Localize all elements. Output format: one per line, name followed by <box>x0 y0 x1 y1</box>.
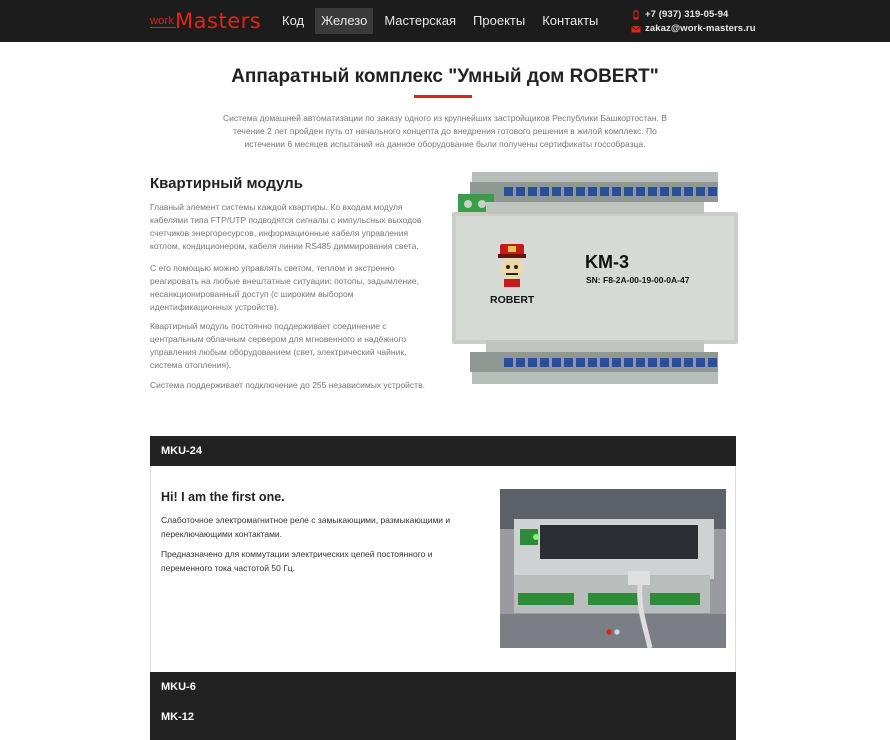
terminal-screw <box>660 358 669 367</box>
panel-paragraph-2: Предназначено для коммутации электрическ… <box>161 549 433 573</box>
email-address: zakaz@work-masters.ru <box>645 23 756 34</box>
terminal-screw <box>648 358 657 367</box>
module-paragraph-3: Квартирный модуль постоянно поддерживает… <box>150 321 407 370</box>
terminal-screw <box>528 358 537 367</box>
accordion-header-mku24[interactable]: MKU-24 <box>150 436 736 466</box>
top-navbar: work Masters Код Железо Мастерская Проек… <box>0 0 890 42</box>
terminal-screw <box>504 358 513 367</box>
terminal-screw <box>696 187 705 196</box>
terminal-screw <box>708 358 717 367</box>
module-paragraph-1: Главный элемент системы каждой квартиры.… <box>150 202 422 251</box>
accordion-header-mk12[interactable]: MK-12 <box>150 702 736 732</box>
accordion-item-next[interactable] <box>150 732 736 740</box>
page-title: Аппаратный комплекс "Умный дом ROBERT" <box>231 66 659 87</box>
phone-icon <box>633 10 639 19</box>
km3-device-image: ROBERT KM-3 SN: F8-2A-00-19-00-0A-47 <box>452 172 738 384</box>
accordion-item-mk12[interactable]: MK-12 <box>150 702 736 732</box>
terminal-screw <box>588 358 597 367</box>
logo-work-text: work <box>150 15 175 27</box>
logo-masters-text: Masters <box>175 9 262 33</box>
terminal-screw <box>552 187 561 196</box>
terminal-screw <box>540 187 549 196</box>
envelope-icon <box>631 25 641 32</box>
terminal-screw <box>624 358 633 367</box>
header-contacts: +7 (937) 319-05-94 zakaz@work-masters.ru <box>631 8 756 36</box>
terminal-screw <box>576 358 585 367</box>
title-accent-bar <box>414 95 472 98</box>
terminal-screw <box>552 358 561 367</box>
terminal-screw <box>612 187 621 196</box>
nav-item-code[interactable]: Код <box>276 8 310 34</box>
terminal-screw <box>588 187 597 196</box>
terminal-screw <box>636 358 645 367</box>
terminal-screw <box>528 187 537 196</box>
panel-heading: Hi! I am the first one. <box>161 490 285 504</box>
terminal-screw <box>636 187 645 196</box>
module-title: Квартирный модуль <box>150 175 303 192</box>
terminal-screw <box>684 187 693 196</box>
relay-photo <box>500 489 726 648</box>
device-brand-text: ROBERT <box>490 294 535 306</box>
accordion-header-next[interactable] <box>150 732 736 740</box>
terminal-screw <box>600 358 609 367</box>
main-nav: Код Железо Мастерская Проекты Контакты <box>276 8 609 34</box>
terminal-screw <box>708 187 717 196</box>
accordion-item-mku24[interactable]: MKU-24 <box>150 436 736 466</box>
intro-text: Система домашней автоматизации по заказу… <box>223 113 667 149</box>
terminal-screw <box>576 187 585 196</box>
terminal-screw <box>504 187 513 196</box>
phone-number: +7 (937) 319-05-94 <box>645 9 729 20</box>
accordion-header-mku6[interactable]: MKU-6 <box>150 672 736 702</box>
terminal-screw <box>564 358 573 367</box>
logo-underline <box>150 27 176 28</box>
nav-item-projects[interactable]: Проекты <box>467 8 531 34</box>
nav-item-hardware[interactable]: Железо <box>315 8 374 34</box>
nav-item-workshop[interactable]: Мастерская <box>378 8 462 34</box>
email-row[interactable]: zakaz@work-masters.ru <box>631 22 756 35</box>
panel-paragraph-1: Слаботочное электромагнитное реле с замы… <box>161 515 451 539</box>
terminal-screw <box>600 187 609 196</box>
site-logo[interactable]: work Masters <box>150 10 261 32</box>
terminal-screw <box>696 358 705 367</box>
terminal-screw <box>540 358 549 367</box>
module-paragraph-2: С его помощью можно управлять светом, те… <box>150 263 420 312</box>
module-paragraph-4: Система поддерживает подключение до 255 … <box>150 380 425 390</box>
device-serial-text: SN: F8-2A-00-19-00-0A-47 <box>586 275 690 285</box>
accordion-item-mku6[interactable]: MKU-6 <box>150 672 736 702</box>
phone-row[interactable]: +7 (937) 319-05-94 <box>631 8 756 21</box>
terminal-screw <box>660 187 669 196</box>
terminal-screw <box>624 187 633 196</box>
accordion-panel-mku24: Hi! I am the first one. Слаботочное элек… <box>150 466 736 672</box>
terminal-screw <box>684 358 693 367</box>
terminal-screw <box>564 187 573 196</box>
nav-item-contacts[interactable]: Контакты <box>536 8 604 34</box>
terminal-screw <box>672 358 681 367</box>
terminal-screw <box>516 358 525 367</box>
terminal-screw <box>648 187 657 196</box>
terminal-screw <box>612 358 621 367</box>
device-model-text: KM-3 <box>585 252 629 272</box>
terminal-screw <box>672 187 681 196</box>
terminal-screw <box>516 187 525 196</box>
